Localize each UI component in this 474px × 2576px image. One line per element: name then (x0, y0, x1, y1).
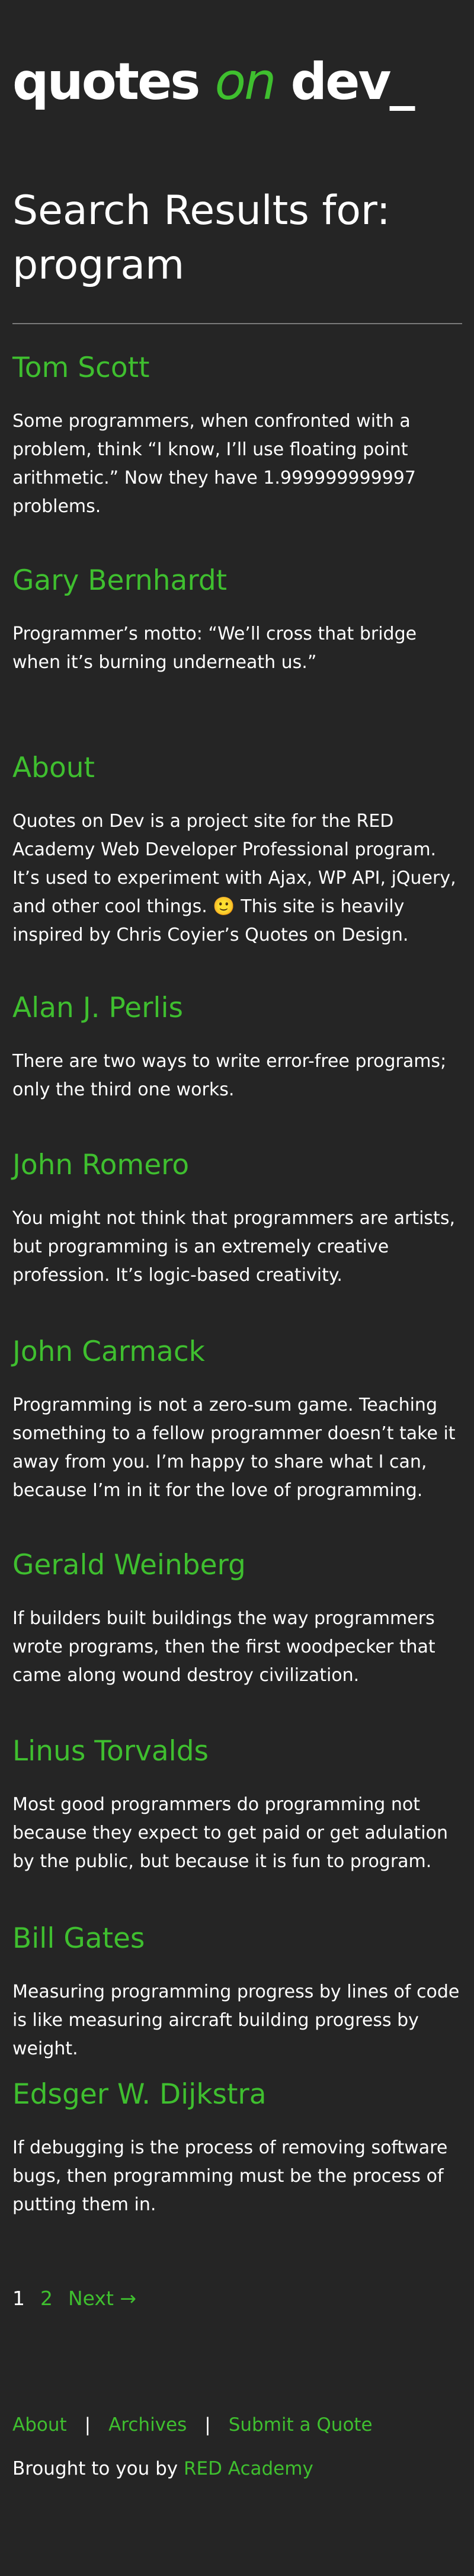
pagination-next-link[interactable]: Next → (68, 2287, 136, 2310)
about-heading: About (12, 752, 95, 784)
pagination-page-2-link[interactable]: 2 (40, 2287, 53, 2310)
about-entry: About Quotes on Dev is a project site fo… (12, 752, 462, 950)
quote-entry: John Romero You might not think that pro… (12, 1149, 462, 1290)
quote-text: Measuring programming progress by lines … (12, 1981, 460, 2059)
quote-author: Tom Scott (12, 351, 150, 384)
credit-prefix: Brought to you by (12, 2458, 184, 2479)
quote-entry: Alan J. Perlis There are two ways to wri… (12, 992, 462, 1104)
quote-author: Linus Torvalds (12, 1735, 209, 1768)
quote-entry: John Carmack Programming is not a zero-s… (12, 1335, 462, 1505)
footer-about-link[interactable]: About (12, 2414, 67, 2436)
search-results-heading: Search Results for: program (12, 187, 390, 289)
quote-text: If debugging is the process of removing … (12, 2137, 448, 2215)
quote-text: Most good programmers do programming not… (12, 1794, 448, 1872)
footer-nav: About | Archives | Submit a Quote (12, 2413, 373, 2437)
about-text: Quotes on Dev is a project site for the … (12, 811, 456, 945)
quote-entry: Linus Torvalds Most good programmers do … (12, 1735, 462, 1876)
quote-text: Programming is not a zero-sum game. Teac… (12, 1395, 456, 1501)
quote-text: Some programmers, when confronted with a… (12, 411, 416, 517)
logo-on: on (214, 52, 276, 111)
quote-author: John Carmack (12, 1335, 205, 1368)
quote-entry: Bill Gates Measuring programming progres… (12, 1922, 462, 2063)
quote-text: Programmer’s motto: “We’ll cross that br… (12, 624, 417, 673)
quote-text: You might not think that programmers are… (12, 1208, 455, 1286)
page: quotes on dev_ Search Results for: progr… (0, 0, 474, 2576)
footer-separator: | (204, 2414, 211, 2436)
footer-archives-link[interactable]: Archives (108, 2414, 187, 2436)
quote-text: If builders built buildings the way prog… (12, 1608, 435, 1686)
pagination-current-page: 1 (12, 2287, 25, 2310)
quote-text: There are two ways to write error-free p… (12, 1051, 447, 1100)
quote-entry: Gerald Weinberg If builders built buildi… (12, 1549, 462, 1690)
quote-author: Edsger W. Dijkstra (12, 2078, 267, 2111)
quote-author: Gary Bernhardt (12, 564, 228, 597)
red-academy-link[interactable]: RED Academy (184, 2458, 313, 2479)
quote-author: John Romero (12, 1149, 190, 1181)
quote-author: Gerald Weinberg (12, 1549, 246, 1581)
header-divider (12, 323, 462, 324)
footer-separator: | (84, 2414, 91, 2436)
quote-entry: Tom Scott Some programmers, when confron… (12, 351, 462, 521)
footer-credit: Brought to you by RED Academy (12, 2457, 313, 2481)
logo-quotes: quotes (12, 52, 215, 111)
logo-dev: dev_ (274, 52, 415, 111)
site-logo[interactable]: quotes on dev_ (12, 56, 415, 107)
quote-entry: Gary Bernhardt Programmer’s motto: “We’l… (12, 564, 462, 677)
quote-author: Alan J. Perlis (12, 992, 183, 1024)
quote-author: Bill Gates (12, 1922, 145, 1955)
pagination: 1 2 Next → (12, 2287, 152, 2310)
footer-submit-quote-link[interactable]: Submit a Quote (229, 2414, 373, 2436)
quote-entry: Edsger W. Dijkstra If debugging is the p… (12, 2078, 462, 2219)
